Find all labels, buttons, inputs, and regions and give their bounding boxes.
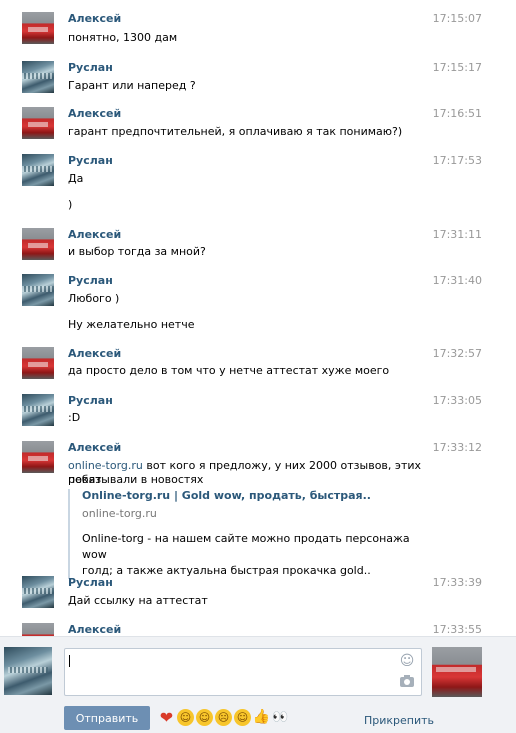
avatar[interactable]: [22, 274, 54, 306]
smile-emoji-icon[interactable]: ☺: [234, 709, 251, 726]
message: Алексей 17:33:12 online-torg.ru вот кого…: [0, 441, 516, 579]
message: Алексей 17:15:07 понятно, 1300 дам: [0, 12, 516, 58]
message-author[interactable]: Руслан: [68, 154, 113, 167]
message: Руслан 17:33:05 :D: [0, 394, 516, 440]
message-text: Дай ссылку на аттестат: [68, 594, 208, 607]
message: Алексей 17:32:57 да просто дело в том чт…: [0, 347, 516, 393]
attach-button[interactable]: Прикрепить: [364, 714, 434, 727]
thumbs-up-icon[interactable]: 👍: [253, 709, 270, 726]
link-snippet[interactable]: Online-torg.ru | Gold wow, продать, быст…: [68, 489, 422, 579]
avatar[interactable]: [22, 61, 54, 93]
message-time: 17:33:12: [432, 441, 482, 454]
snippet-description-line: Online-torg - на нашем сайте можно прода…: [82, 532, 410, 561]
avatar[interactable]: [22, 107, 54, 139]
message-input[interactable]: ☺: [64, 648, 422, 696]
message-author[interactable]: Руслан: [68, 274, 113, 287]
message-text: гарант предпочтительней, я оплачиваю я т…: [68, 125, 403, 138]
heart-icon[interactable]: ❤: [158, 709, 175, 726]
eyes-icon[interactable]: 👀: [272, 709, 289, 726]
send-button[interactable]: Отправить: [64, 706, 150, 730]
snippet-title[interactable]: Online-torg.ru | Gold wow, продать, быст…: [82, 489, 422, 503]
smiley-icon[interactable]: ☺: [399, 653, 415, 669]
message: Алексей 17:31:11 и выбор тогда за мной?: [0, 228, 516, 274]
message: Алексей 17:16:51 гарант предпочтительней…: [0, 107, 516, 153]
avatar[interactable]: [22, 441, 54, 473]
emoji-bar: ❤ ☺ ☺ ☹ ☺ 👍 👀: [158, 709, 289, 729]
message: Руслан 17:15:17 Гарант или наперед ?: [0, 61, 516, 107]
message: Руслан 17:17:53 Да ): [0, 154, 516, 224]
message: Руслан 17:31:40 Любого ) Ну желательно н…: [0, 274, 516, 344]
message-author[interactable]: Алексей: [68, 228, 121, 241]
message-time: 17:17:53: [432, 154, 482, 167]
message-time: 17:16:51: [432, 107, 482, 120]
message-text: :D: [68, 411, 81, 424]
message-time: 17:15:17: [432, 61, 482, 74]
camera-icon[interactable]: [399, 675, 415, 691]
message-text: Да: [68, 172, 84, 185]
message-time: 17:33:55: [432, 623, 482, 636]
message-time: 17:15:07: [432, 12, 482, 25]
message-author[interactable]: Руслан: [68, 394, 113, 407]
message-time: 17:32:57: [432, 347, 482, 360]
snippet-description: Online-torg - на нашем сайте можно прода…: [82, 531, 422, 579]
grin-emoji-icon[interactable]: ☺: [177, 709, 194, 726]
message-text: понятно, 1300 дам: [68, 31, 178, 44]
message-time: 17:33:39: [432, 576, 482, 589]
avatar[interactable]: [22, 154, 54, 186]
avatar[interactable]: [22, 394, 54, 426]
message-history: Алексей 17:15:07 понятно, 1300 дам Русла…: [0, 0, 516, 636]
message: Алексей 17:33:55: [0, 623, 516, 636]
message-time: 17:31:40: [432, 274, 482, 287]
message: Руслан 17:33:39 Дай ссылку на аттестат: [0, 576, 516, 622]
avatar[interactable]: [22, 576, 54, 608]
scared-emoji-icon[interactable]: ☹: [215, 709, 232, 726]
message-text: и выбор тогда за мной?: [68, 245, 206, 258]
message-author[interactable]: Алексей: [68, 623, 121, 636]
message-text: показывали в новостях: [68, 473, 204, 486]
message-text: Любого ): [68, 292, 120, 305]
message-text: да просто дело в том что у нетче аттеста…: [68, 364, 390, 377]
message-time: 17:31:11: [432, 228, 482, 241]
avatar[interactable]: [22, 228, 54, 260]
message-author[interactable]: Алексей: [68, 347, 121, 360]
message-text: Ну желательно нетче: [68, 318, 195, 331]
snippet-domain: online-torg.ru: [82, 507, 157, 520]
message-author[interactable]: Алексей: [68, 441, 121, 454]
message-author[interactable]: Руслан: [68, 576, 113, 589]
relieved-emoji-icon[interactable]: ☺: [196, 709, 213, 726]
message-composer: ☺ Отправить ❤ ☺ ☺ ☹ ☺ 👍 👀 Прикрепить: [0, 636, 516, 733]
peer-avatar[interactable]: [432, 647, 482, 697]
message-author[interactable]: Алексей: [68, 107, 121, 120]
my-avatar[interactable]: [4, 647, 52, 695]
message-author[interactable]: Руслан: [68, 61, 113, 74]
message-time: 17:33:05: [432, 394, 482, 407]
text-cursor: [69, 655, 70, 667]
avatar[interactable]: [22, 347, 54, 379]
message-text: ): [68, 198, 73, 211]
avatar[interactable]: [22, 623, 54, 636]
avatar[interactable]: [22, 12, 54, 44]
message-link[interactable]: online-torg.ru: [68, 459, 143, 472]
message-author[interactable]: Алексей: [68, 12, 121, 25]
message-text: Гарант или наперед ?: [68, 79, 196, 92]
